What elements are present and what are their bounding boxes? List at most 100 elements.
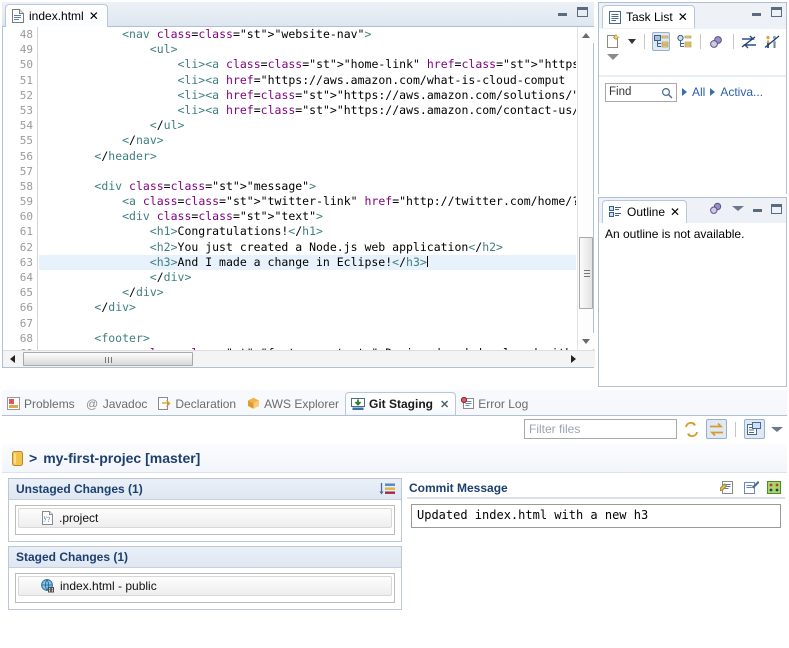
declaration-icon [158, 397, 171, 410]
new-task-icon[interactable] [604, 32, 622, 51]
unstaged-changes-list[interactable]: y? .project [15, 505, 395, 535]
filter-activate-link[interactable]: Activa... [720, 85, 763, 99]
line-number: 60 [19, 210, 33, 224]
editor-tab-index-html[interactable]: index.html ✕ [5, 4, 108, 27]
commit-message-input[interactable]: Updated index.html with a new h3 [411, 504, 781, 528]
add-change-id-icon[interactable] [766, 480, 782, 495]
tab-outline[interactable]: Outline ✕ [602, 200, 688, 223]
code-line[interactable]: <h3>And I made a change in Eclipse!</h3> [39, 254, 576, 270]
list-item[interactable]: y? .project [18, 508, 392, 528]
code-line[interactable]: <li><a href=class="st">"https://aws.amaz… [39, 88, 576, 103]
tab-problems[interactable]: Problems [2, 392, 81, 415]
view-menu-icon[interactable] [607, 54, 619, 60]
task-list-content[interactable] [599, 107, 786, 194]
editor-body: 48 49 50 51 52 53 54 55 56 57 58 59 60 61 62 63 64 65 66 67… [2, 27, 595, 368]
line-number: 54 [19, 119, 33, 133]
svg-text:?: ? [47, 516, 50, 524]
tab-javadoc[interactable]: @ Javadoc [81, 392, 154, 415]
filter-files-input[interactable]: Filter files [524, 419, 677, 439]
code-area[interactable]: <nav class=class="st">"website-nav"> <ul… [39, 27, 576, 367]
maximize-icon[interactable] [771, 203, 782, 214]
chevron-right-icon[interactable] [710, 88, 716, 96]
tab-git-staging[interactable]: Git Staging ✕ [345, 392, 457, 415]
code-line[interactable]: <li><a class=class="st">"home-link" href… [39, 57, 576, 72]
list-item-label: index.html - public [60, 579, 157, 593]
staged-changes-header: Staged Changes (1) [9, 547, 401, 568]
repository-header: > my-first-projec [master] [2, 444, 787, 473]
collapse-all-icon[interactable] [763, 32, 781, 51]
line-number: 62 [19, 240, 33, 254]
code-line[interactable]: <li><a href="https://aws.amazon.com/what… [39, 73, 576, 88]
code-line[interactable]: </header> [39, 149, 576, 164]
scroll-right-arrow-icon[interactable] [567, 352, 581, 366]
close-icon[interactable]: ✕ [89, 9, 99, 23]
code-line[interactable]: </nav> [39, 133, 576, 148]
code-line[interactable] [39, 164, 576, 179]
editor-vertical-scrollbar[interactable] [577, 27, 594, 367]
code-line[interactable]: </div> [39, 300, 576, 315]
filter-all-link[interactable]: All [692, 85, 705, 99]
code-line[interactable]: <li><a href=class="st">"https://aws.amaz… [39, 103, 576, 118]
maximize-icon[interactable] [771, 7, 782, 17]
view-menu-icon[interactable] [732, 206, 744, 211]
find-input[interactable]: Find [605, 82, 677, 102]
close-icon[interactable]: ✕ [440, 398, 449, 411]
code-line[interactable]: <h1>Congratulations!</h1> [39, 224, 576, 239]
staged-changes-list[interactable]: index.html - public [15, 573, 395, 603]
editor-horizontal-scrollbar[interactable] [3, 350, 595, 367]
javadoc-icon: @ [86, 397, 99, 410]
list-item[interactable]: index.html - public [18, 576, 392, 596]
minimize-icon[interactable] [558, 9, 567, 16]
focus-on-workweek-icon[interactable] [708, 32, 726, 51]
tab-label: Error Log [478, 396, 529, 411]
task-list-view: Task List ✕ Find All Activa... [598, 2, 787, 194]
code-line[interactable]: <h2>You just created a Node.js web appli… [39, 240, 576, 255]
task-list-icon [609, 10, 621, 24]
amend-commit-icon[interactable] [743, 480, 759, 495]
maximize-icon[interactable] [577, 7, 588, 17]
scroll-left-arrow-icon[interactable] [6, 352, 20, 366]
code-line[interactable]: <div class=class="st">"message"> [39, 179, 576, 194]
editor-hscroll-thumb[interactable] [23, 352, 193, 366]
focus-on-active-task-icon[interactable] [709, 202, 723, 215]
aws-explorer-icon [247, 397, 260, 410]
minimize-icon[interactable] [752, 9, 761, 16]
synchronize-icon[interactable] [741, 32, 759, 51]
code-line[interactable] [39, 316, 576, 331]
tab-declaration[interactable]: Declaration [153, 392, 242, 415]
list-item-label: .project [59, 511, 99, 525]
refresh-icon[interactable] [683, 421, 700, 438]
close-icon[interactable]: ✕ [670, 205, 680, 219]
code-line[interactable]: </ul> [39, 118, 576, 133]
svg-text:@: @ [86, 397, 98, 410]
tab-aws-explorer[interactable]: AWS Explorer [242, 392, 345, 415]
editor-vscroll-thumb[interactable] [579, 237, 593, 309]
scheduled-mode-icon[interactable] [675, 32, 693, 51]
code-line[interactable]: <ul> [39, 42, 576, 57]
code-line[interactable]: <footer> [39, 331, 576, 346]
compare-mode-icon[interactable] [706, 419, 727, 439]
view-menu-icon[interactable] [771, 426, 783, 432]
code-line[interactable]: </div> [39, 270, 576, 285]
code-line[interactable]: </div> [39, 285, 576, 300]
chevron-right-icon[interactable] [682, 88, 687, 96]
add-signed-off-by-icon[interactable] [720, 480, 736, 495]
scroll-down-arrow-icon[interactable] [578, 333, 594, 349]
unstaged-changes-title: Unstaged Changes (1) [16, 482, 143, 496]
categorized-mode-icon[interactable] [652, 32, 671, 51]
code-line[interactable]: <a class=class="st">"twitter-link" href=… [39, 194, 576, 209]
tab-label: Declaration [175, 396, 237, 411]
new-task-dropdown-icon[interactable] [627, 32, 638, 51]
tab-task-list[interactable]: Task List ✕ [602, 5, 695, 28]
outline-message: An outline is not available. [599, 223, 786, 386]
close-icon[interactable]: ✕ [678, 10, 688, 24]
code-line[interactable]: <div class=class="st">"text"> [39, 209, 576, 224]
presentation-icon[interactable] [744, 419, 765, 439]
editor-tab-label: index.html [29, 9, 84, 23]
search-icon[interactable] [661, 87, 673, 99]
minimize-icon[interactable] [753, 205, 762, 212]
sort-icon[interactable] [379, 482, 396, 496]
code-line[interactable]: <nav class=class="st">"website-nav"> [39, 27, 576, 42]
scroll-up-arrow-icon[interactable] [578, 27, 594, 43]
tab-error-log[interactable]: Error Log [456, 392, 534, 415]
